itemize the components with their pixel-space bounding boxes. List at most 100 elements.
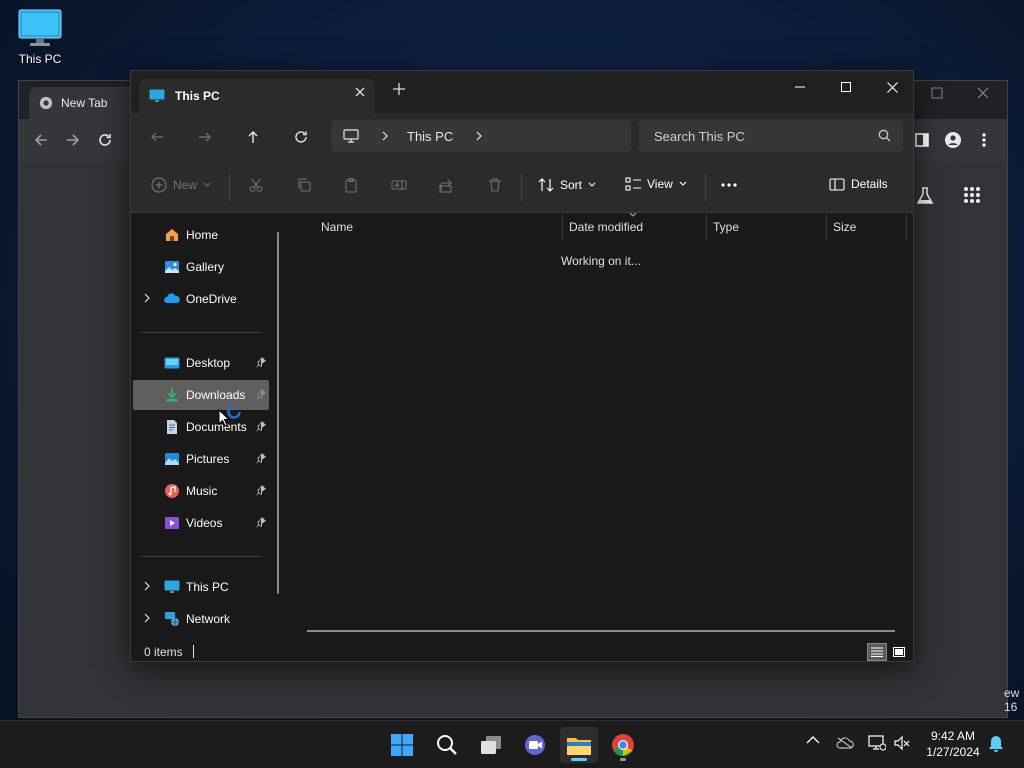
nav-item-label: Downloads xyxy=(186,388,246,402)
nav-item-network[interactable]: Network xyxy=(133,604,269,634)
task-view-button[interactable] xyxy=(472,727,510,763)
pin-icon[interactable] xyxy=(255,420,267,432)
breadcrumb-this-pc[interactable]: This PC xyxy=(407,129,453,144)
nav-pane-scrollbar[interactable] xyxy=(277,232,279,594)
nav-item-label: This PC xyxy=(186,580,229,594)
column-header-name[interactable]: Name xyxy=(315,214,563,240)
notifications-button[interactable] xyxy=(988,735,1004,753)
chrome-taskbar-button[interactable] xyxy=(604,727,642,763)
sort-button[interactable]: Sort xyxy=(538,177,596,193)
new-tab-button[interactable] xyxy=(393,83,405,95)
volume-tray-button[interactable] xyxy=(894,735,910,751)
start-button[interactable] xyxy=(383,727,421,763)
chrome-profile-button[interactable] xyxy=(945,132,961,148)
clock-time: 9:42 AM xyxy=(930,729,976,743)
teams-button[interactable] xyxy=(516,727,554,763)
explorer-tab[interactable]: This PC xyxy=(139,79,375,113)
chrome-close-button[interactable] xyxy=(977,87,989,99)
file-explorer-window[interactable]: This PC This PC Search This PC New Sort … xyxy=(130,70,914,662)
large-icons-view-button[interactable] xyxy=(889,643,909,661)
onedrive-offline-icon xyxy=(836,737,854,749)
gallery-icon xyxy=(165,261,179,273)
nav-item-label: Network xyxy=(186,612,231,626)
nav-item-downloads[interactable]: Downloads xyxy=(133,380,269,410)
horizontal-scrollbar[interactable] xyxy=(307,630,895,632)
column-header-type[interactable]: Type xyxy=(707,214,827,240)
details-pane-button[interactable]: Details xyxy=(829,177,888,191)
chrome-forward-button[interactable] xyxy=(65,132,81,148)
pictures-folder-icon xyxy=(165,453,179,465)
details-view-button[interactable] xyxy=(867,643,887,661)
chrome-tab-title: New Tab xyxy=(61,96,108,110)
nav-item-home[interactable]: Home xyxy=(133,220,269,250)
file-explorer-taskbar-button[interactable] xyxy=(560,727,598,763)
desktop-icon-this-pc[interactable]: This PC xyxy=(12,8,68,66)
chevron-right-icon[interactable] xyxy=(143,613,151,623)
nav-item-videos[interactable]: Videos xyxy=(133,508,269,538)
nav-item-onedrive[interactable]: OneDrive xyxy=(133,284,269,314)
chrome-back-button[interactable] xyxy=(33,132,49,148)
chrome-sidepanel-button[interactable] xyxy=(915,133,929,147)
nav-item-desktop[interactable]: Desktop xyxy=(133,348,269,378)
nav-divider xyxy=(141,332,261,333)
refresh-button[interactable] xyxy=(289,125,313,149)
item-count: 0 items xyxy=(144,645,183,659)
rename-icon xyxy=(391,180,407,190)
google-apps-button[interactable] xyxy=(963,186,981,204)
pin-icon[interactable] xyxy=(255,388,267,400)
plus-circle-icon xyxy=(151,177,167,193)
column-header-date-modified[interactable]: Date modified xyxy=(563,214,707,240)
nav-item-pictures[interactable]: Pictures xyxy=(133,444,269,474)
network-tray-button[interactable] xyxy=(868,735,886,751)
maximize-button[interactable] xyxy=(823,71,869,103)
chevron-right-icon[interactable] xyxy=(143,293,151,303)
active-app-indicator xyxy=(571,758,587,761)
navigation-pane: Home Gallery OneDrive Desktop Downloads … xyxy=(131,214,281,641)
nav-item-this-pc[interactable]: This PC xyxy=(133,572,269,602)
reload-icon xyxy=(99,134,111,146)
new-button[interactable]: New xyxy=(151,177,211,193)
clock[interactable]: 9:42 AM 1/27/2024 xyxy=(920,728,986,760)
chevron-down-icon xyxy=(679,181,687,186)
chevron-right-icon[interactable] xyxy=(381,131,389,141)
forward-button[interactable] xyxy=(193,125,217,149)
search-input[interactable]: Search This PC xyxy=(639,120,903,152)
see-more-button[interactable] xyxy=(721,183,737,187)
chrome-reload-button[interactable] xyxy=(97,132,113,148)
onedrive-tray-button[interactable] xyxy=(836,737,854,749)
details-view-icon xyxy=(871,647,883,657)
nav-divider xyxy=(141,556,261,557)
nav-item-documents[interactable]: Documents xyxy=(133,412,269,442)
scissors-icon xyxy=(249,178,263,192)
back-button[interactable] xyxy=(145,125,169,149)
view-button[interactable]: View xyxy=(625,177,687,191)
running-app-indicator xyxy=(620,758,626,761)
column-header-size[interactable]: Size xyxy=(827,214,907,240)
delete-button[interactable] xyxy=(487,177,503,193)
chrome-menu-button[interactable] xyxy=(981,132,987,148)
chevron-right-icon[interactable] xyxy=(475,131,483,141)
chrome-maximize-button[interactable] xyxy=(931,87,943,99)
chrome-labs-button[interactable] xyxy=(915,186,935,206)
share-button[interactable] xyxy=(439,177,455,193)
minimize-button[interactable] xyxy=(777,71,823,103)
sort-icon xyxy=(538,178,554,192)
pin-icon[interactable] xyxy=(255,356,267,368)
up-button[interactable] xyxy=(241,125,265,149)
show-hidden-icons-button[interactable] xyxy=(806,735,820,745)
close-tab-button[interactable] xyxy=(355,87,365,97)
pin-icon[interactable] xyxy=(255,452,267,464)
copy-button[interactable] xyxy=(296,177,312,193)
cut-button[interactable] xyxy=(248,177,264,193)
paste-button[interactable] xyxy=(343,177,359,193)
close-window-button[interactable] xyxy=(869,71,915,103)
nav-item-gallery[interactable]: Gallery xyxy=(133,252,269,282)
nav-item-music[interactable]: Music xyxy=(133,476,269,506)
chevron-right-icon[interactable] xyxy=(143,581,151,591)
pin-icon[interactable] xyxy=(255,516,267,528)
taskbar-search-button[interactable] xyxy=(428,727,466,763)
busy-spinner-icon xyxy=(227,405,241,419)
pin-icon[interactable] xyxy=(255,484,267,496)
rename-button[interactable] xyxy=(391,177,407,193)
address-bar[interactable]: This PC xyxy=(331,120,631,152)
